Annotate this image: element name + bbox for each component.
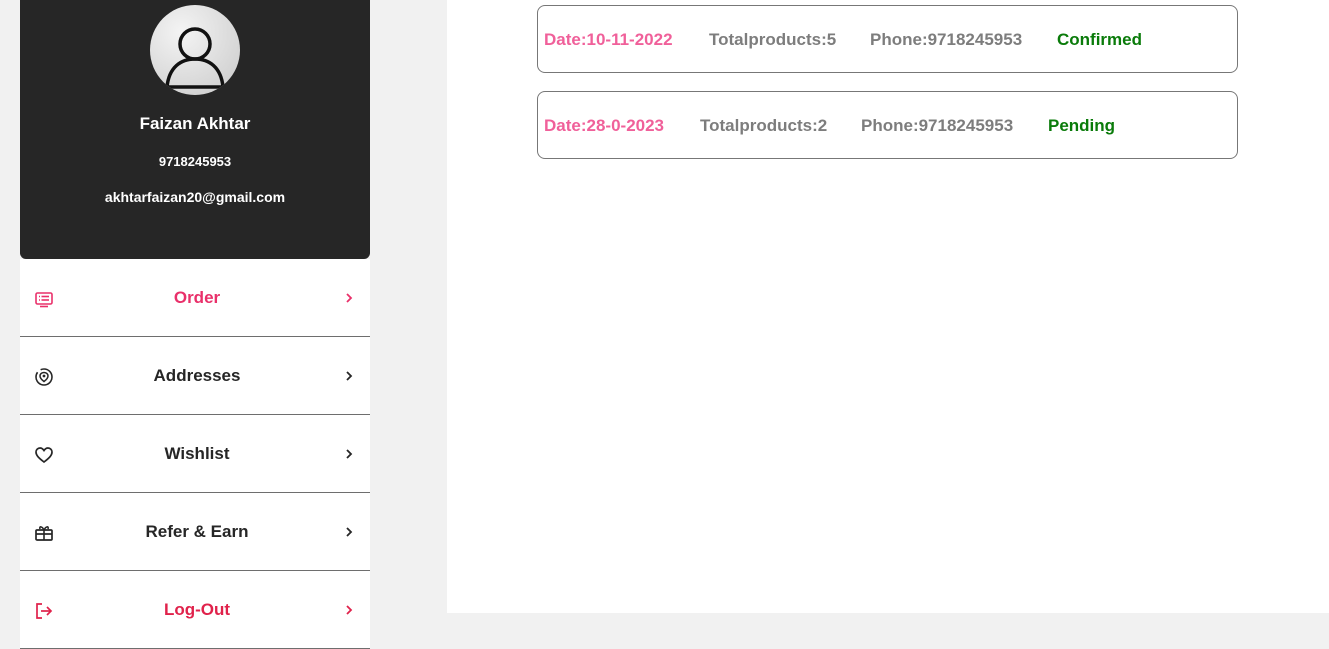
chevron-right-icon <box>346 293 353 303</box>
orders-panel: Date:10-11-2022 Totalproducts:5 Phone:97… <box>447 0 1329 613</box>
order-status: Pending <box>1048 116 1116 135</box>
menu-label-wishlist: Wishlist <box>164 444 230 463</box>
chevron-right-icon <box>346 449 353 459</box>
chevron-right-icon <box>346 371 353 381</box>
order-products: Totalproducts:2 <box>700 116 828 135</box>
menu-item-addresses[interactable]: Addresses <box>20 337 370 415</box>
order-card[interactable]: Date:28-0-2023 Totalproducts:2 Phone:971… <box>537 91 1238 159</box>
profile-card: Faizan Akhtar 9718245953 akhtarfaizan20@… <box>20 0 370 259</box>
menu-item-wishlist[interactable]: Wishlist <box>20 415 370 493</box>
order-phone: Phone:9718245953 <box>861 116 1014 135</box>
order-date: Date:28-0-2023 <box>544 116 665 135</box>
profile-name: Faizan Akhtar <box>139 114 251 133</box>
menu-label-logout: Log-Out <box>163 600 231 619</box>
menu-label-refer-earn: Refer & Earn <box>145 522 249 541</box>
menu-item-logout[interactable]: Log-Out <box>20 571 370 649</box>
menu-label-addresses: Addresses <box>153 366 241 385</box>
profile-email: akhtarfaizan20@gmail.com <box>104 189 286 205</box>
order-status: Confirmed <box>1057 30 1142 49</box>
order-date: Date:10-11-2022 <box>544 30 673 49</box>
menu-item-order[interactable]: Order <box>20 259 370 337</box>
menu-label-order: Order <box>173 288 221 307</box>
avatar[interactable] <box>150 5 240 95</box>
chevron-right-icon <box>346 605 353 615</box>
menu-item-refer-earn[interactable]: Refer & Earn <box>20 493 370 571</box>
order-products: Totalproducts:5 <box>709 30 837 49</box>
user-icon <box>165 27 225 89</box>
order-phone: Phone:9718245953 <box>870 30 1023 49</box>
profile-phone: 9718245953 <box>158 154 232 169</box>
chevron-right-icon <box>346 527 353 537</box>
order-card[interactable]: Date:10-11-2022 Totalproducts:5 Phone:97… <box>537 5 1238 73</box>
account-menu: Order Addresses Wishlist Refer & Earn Lo… <box>20 259 370 649</box>
